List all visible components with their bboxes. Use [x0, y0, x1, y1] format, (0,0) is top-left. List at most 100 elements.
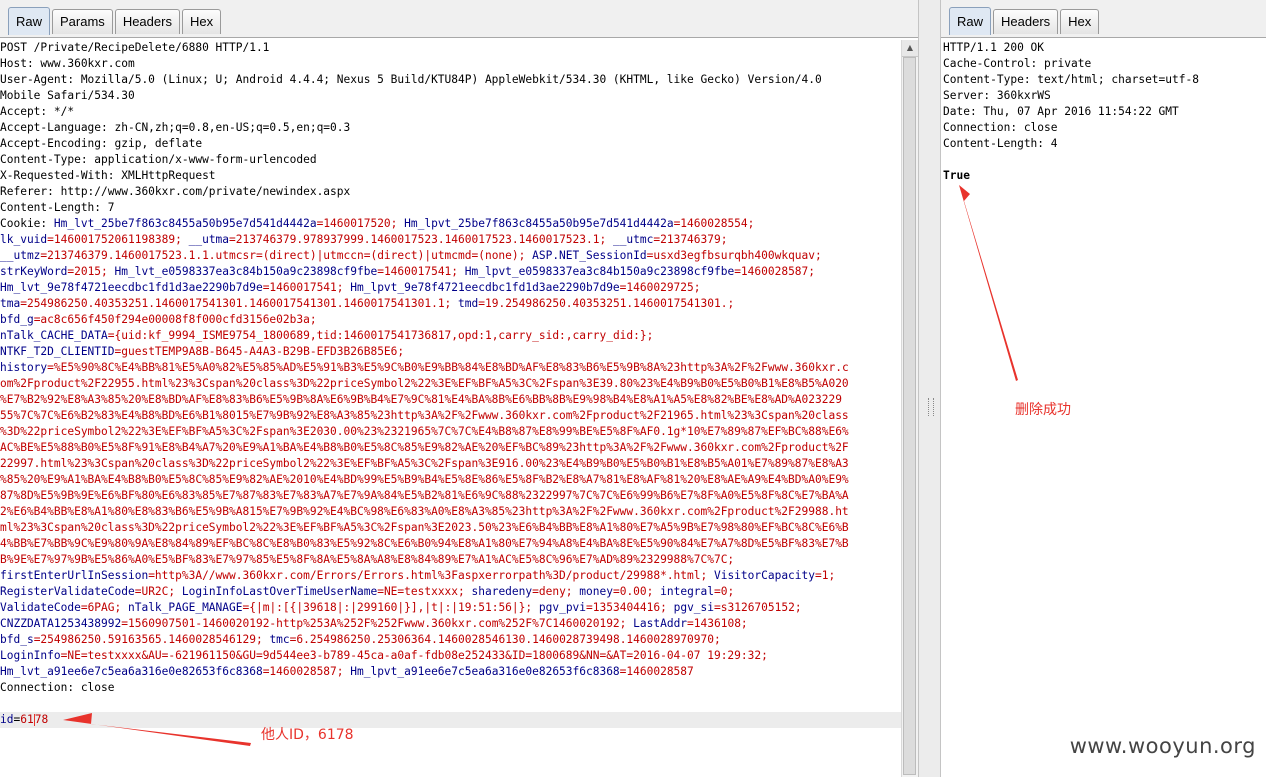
request-panel: Raw Params Headers Hex POST /Private/Recipe…: [0, 0, 918, 777]
response-header-line: Cache-Control: private: [943, 57, 1092, 70]
cookie-value: 4%BB%E7%BB%9C%E9%80%9A%E8%84%89%EF%BC%8C…: [0, 537, 849, 550]
request-editor[interactable]: POST /Private/RecipeDelete/6880 HTTP/1.1…: [0, 40, 902, 777]
cookie-line: %3D%22priceSymbol2%22%3E%EF%BF%A5%3C%2Fs…: [0, 424, 902, 440]
cookie-value: =1560907501-1460020192-http%253A%252F%25…: [121, 617, 634, 630]
response-header-line: Connection: close: [943, 121, 1058, 134]
cookie-name: tma: [0, 297, 21, 310]
cookie-name: tmc: [269, 633, 290, 646]
cookie-name: NTKF_T2D_CLIENTID: [0, 345, 115, 358]
cookie-line: __utmz=213746379.1460017523.1.1.utmcsr=(…: [0, 248, 902, 264]
request-header-line: Accept-Encoding: gzip, deflate: [0, 137, 203, 150]
cookie-line: B%9E%E7%97%9B%E5%86%A0%E5%BF%83%E7%97%85…: [0, 552, 902, 568]
request-header-line: Mobile Safari/534.30: [0, 89, 135, 102]
cookie-value: AC%BE%E5%88%B0%E5%8F%91%E8%B4%A7%20%E9%A…: [0, 441, 849, 454]
cookie-name: __utmz: [0, 249, 41, 262]
cookie-value: =1353404416;: [586, 601, 674, 614]
cookie-value: =1436108;: [687, 617, 748, 630]
body-param-value-rest: 78: [34, 713, 49, 726]
cookie-line: nTalk_CACHE_DATA={uid:kf_9994_ISME9754_1…: [0, 328, 902, 344]
cookie-line: bfd_s=254986250.59163565.1460028546129; …: [0, 632, 902, 648]
cookie-value: 87%8D%E5%9B%9E%E6%BF%80%E6%83%85%E7%87%8…: [0, 489, 849, 502]
response-tabs: Raw Headers Hex: [949, 7, 1101, 35]
response-tab-hex[interactable]: Hex: [1060, 9, 1100, 34]
cookie-line: NTKF_T2D_CLIENTID=guestTEMP9A8B-B645-A4A…: [0, 344, 902, 360]
cookie-name: __utmc: [612, 233, 654, 246]
cookie-name: RegisterValidateCode: [0, 585, 135, 598]
cookie-value: ={uid:kf_9994_ISME9754_1800689,tid:14600…: [107, 329, 654, 342]
response-viewer[interactable]: HTTP/1.1 200 OK Cache-Control: private Con…: [943, 40, 1266, 777]
cookie-name: Hm_lpvt_a91ee6e7c5ea6a316e0e82653f6c8368: [350, 665, 620, 678]
request-header-line: Accept: */*: [0, 105, 75, 118]
request-header-line: Accept-Language: zh-CN,zh;q=0.8,en-US;q=…: [0, 121, 351, 134]
cookie-name: nTalk_PAGE_MANAGE: [127, 601, 243, 614]
cookie-value: =1460017541;: [262, 281, 351, 294]
cookie-line: RegisterValidateCode=UR2C; LoginInfoLast…: [0, 584, 902, 600]
cookie-name: sharedeny: [471, 585, 533, 598]
cookie-value: =1460017520;: [316, 217, 405, 230]
cookie-value: 22997.html%23%3Cspan%20class%3D%22priceS…: [0, 457, 849, 470]
response-tab-raw[interactable]: Raw: [949, 7, 992, 35]
cookie-value: =1460028587: [619, 665, 694, 678]
cookie-line: AC%BE%E5%88%B0%E5%8F%91%E8%B4%A7%20%E9%A…: [0, 440, 902, 456]
cookie-line: 55%7C%7C%E6%B2%83%E4%B8%BD%E6%B1%8015%E7…: [0, 408, 902, 424]
cookie-name: LoginInfo: [0, 649, 61, 662]
cookie-value: =usxd3egfbsurqbh400wkquav;: [646, 249, 822, 262]
cookie-label: Cookie:: [0, 217, 54, 230]
cookie-value: =http%3A//www.360kxr.com/Errors/Errors.h…: [148, 569, 714, 582]
cookie-name: pgv_si: [673, 601, 715, 614]
cookie-line: history=%E5%90%8C%E4%BB%81%E5%A0%82%E5%8…: [0, 360, 902, 376]
cookie-line: LoginInfo=NE=testxxxx&AU=-621961150&GU=9…: [0, 648, 902, 664]
cookie-name: firstEnterUrlInSession: [0, 569, 149, 582]
cookie-value: =254986250.59163565.1460028546129;: [33, 633, 270, 646]
request-header-line: Referer: http://www.360kxr.com/private/n…: [0, 185, 351, 198]
splitter-grip-icon[interactable]: [928, 398, 934, 416]
cookie-value: =1460028587;: [262, 665, 351, 678]
cookie-line: tma=254986250.40353251.1460017541301.146…: [0, 296, 902, 312]
cookie-name: Hm_lpvt_9e78f4721eecdbc1fd1d3ae2290b7d9e: [350, 281, 620, 294]
scroll-up-arrow-icon[interactable]: ▲: [902, 40, 918, 57]
cookie-line: %85%20%E9%A1%BA%E4%B8%B0%E5%8C%85%E9%82%…: [0, 472, 902, 488]
body-param-name: id: [0, 713, 14, 726]
cookie-name: bfd_s: [0, 633, 34, 646]
body-param-value: 61: [20, 713, 34, 726]
cookie-name: lk_vuid: [0, 233, 48, 246]
scroll-thumb[interactable]: [903, 57, 916, 775]
connection-line: Connection: close: [0, 681, 115, 694]
cookie-name: Hm_lpvt_e0598337ea3c84b150a9c23898cf9fbe: [464, 265, 735, 278]
request-body-line[interactable]: id=6178: [0, 712, 902, 728]
response-tab-headers[interactable]: Headers: [993, 9, 1059, 34]
watermark: www.wooyun.org: [1069, 734, 1256, 758]
request-tab-raw[interactable]: Raw: [8, 7, 51, 35]
cookie-value: =254986250.40353251.1460017541301.146001…: [20, 297, 459, 310]
cookie-value: =NE=testxxxx&AU=-621961150&GU=9d544ee3-b…: [60, 649, 768, 662]
request-tab-hex[interactable]: Hex: [181, 9, 222, 34]
cookie-line: Hm_lvt_a91ee6e7c5ea6a316e0e82653f6c8368=…: [0, 664, 902, 680]
response-header-line: Server: 360kxrWS: [943, 89, 1051, 102]
response-tab-bar: Raw Headers Hex: [941, 0, 1266, 38]
request-tab-headers[interactable]: Headers: [114, 9, 180, 34]
cookie-line: lk_vuid=146001752061198389; __utma=21374…: [0, 232, 902, 248]
cookie-value: =0.00;: [612, 585, 661, 598]
cookie-value: ={|m|:[{|39618|:|299160|}],|t|:|19:51:56…: [242, 601, 539, 614]
request-header-line: X-Requested-With: XMLHttpRequest: [0, 169, 216, 182]
response-body: True: [943, 169, 970, 182]
cookie-name: Hm_lvt_25be7f863c8455a50b95e7d541d4442a: [53, 217, 317, 230]
request-tabs: Raw Params Headers Hex: [8, 7, 223, 35]
cookie-value: =guestTEMP9A8B-B645-A4A3-B29B-EFD3B26B85…: [114, 345, 405, 358]
response-header-line: HTTP/1.1 200 OK: [943, 41, 1045, 54]
cookie-name: integral: [660, 585, 715, 598]
request-tab-bar: Raw Params Headers Hex: [0, 0, 918, 38]
response-header-line: Content-Type: text/html; charset=utf-8: [943, 73, 1199, 86]
request-header-line: POST /Private/RecipeDelete/6880 HTTP/1.1: [0, 41, 270, 54]
request-scrollbar[interactable]: ▲: [901, 40, 918, 777]
pane-splitter[interactable]: [918, 0, 941, 777]
cookie-value: %85%20%E9%A1%BA%E4%B8%B0%E5%8C%85%E9%82%…: [0, 473, 849, 486]
request-tab-params[interactable]: Params: [52, 9, 113, 34]
cookie-value: =1460029725;: [619, 281, 701, 294]
request-header-line: Host: www.360kxr.com: [0, 57, 135, 70]
response-panel: Raw Headers Hex HTTP/1.1 200 OK Cache-Contr…: [941, 0, 1266, 777]
cookie-line: firstEnterUrlInSession=http%3A//www.360k…: [0, 568, 902, 584]
cookie-name: nTalk_CACHE_DATA: [0, 329, 108, 342]
